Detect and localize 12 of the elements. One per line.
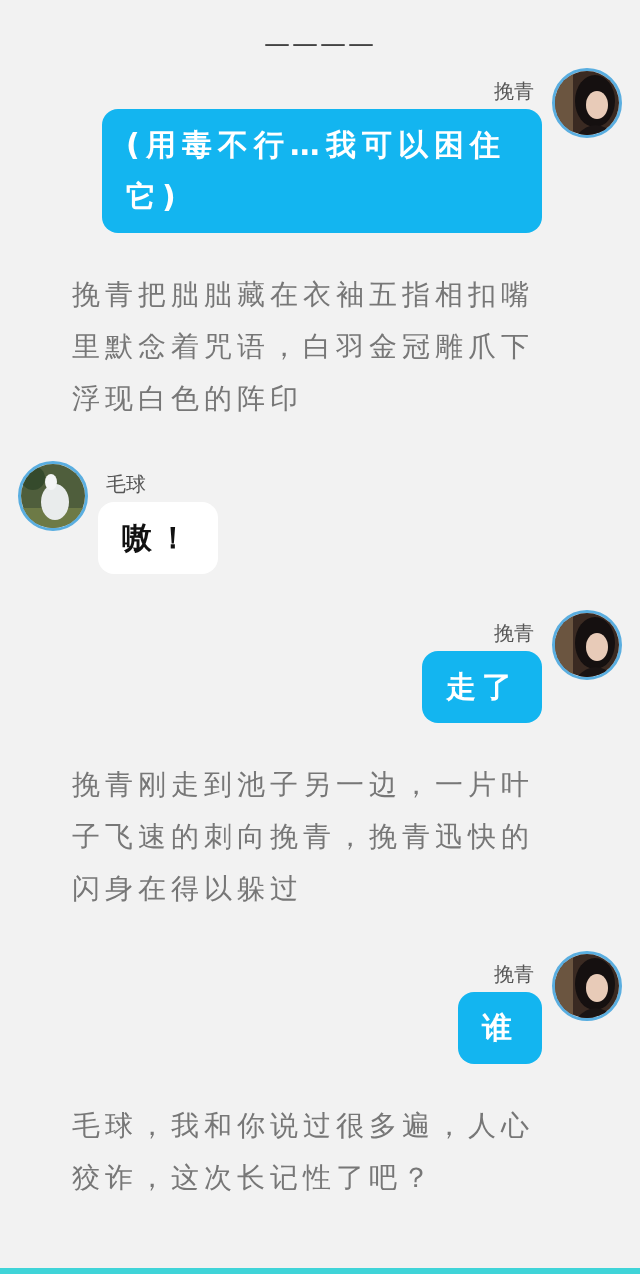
narration-text: 毛球，我和你说过很多遍，人心狡诈，这次长记性了吧？ xyxy=(72,1108,535,1196)
message-bubble: 走了 xyxy=(422,651,542,723)
narration-text: 挽青刚走到池子另一边，一片叶子飞速的刺向挽青，挽青迅快的闪身在得以躲过 xyxy=(72,767,535,907)
sender-name: 挽青 xyxy=(494,961,534,988)
message-bubble: (用毒不行…我可以困住它) xyxy=(102,109,542,233)
message-bubble: 嗷！ xyxy=(98,502,218,574)
narration-text: 挽青把朏朏藏在衣袖五指相扣嘴里默念着咒语，白羽金冠雕爪下浮现白色的阵印 xyxy=(72,277,535,417)
message-bubble: 谁 xyxy=(458,992,542,1064)
sender-name: 毛球 xyxy=(106,471,146,498)
divider-text: ———— xyxy=(263,28,377,60)
sender-name: 挽青 xyxy=(494,620,534,647)
sender-name: 挽青 xyxy=(494,78,534,105)
